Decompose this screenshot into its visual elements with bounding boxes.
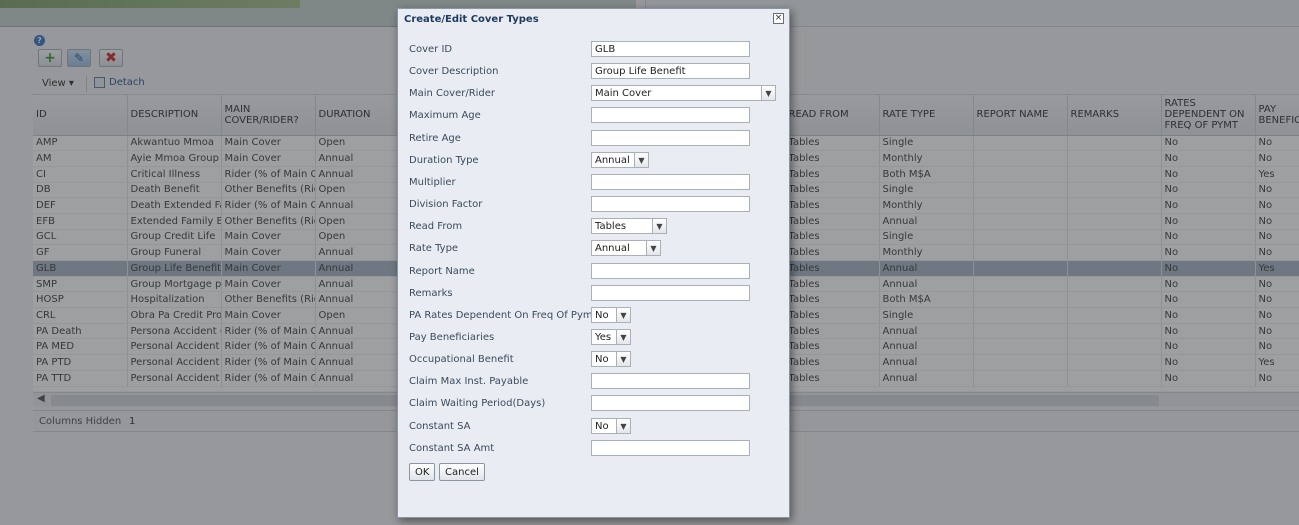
constant-sa-label: Constant SA	[409, 421, 471, 432]
constant-sa-select[interactable]: No ▼	[591, 418, 631, 434]
constant-sa-amt-input[interactable]	[591, 440, 750, 456]
rate-type-row: Rate Type Annual ▼	[409, 240, 781, 258]
cover-description-label: Cover Description	[409, 66, 499, 77]
cover-types-dialog: Create/Edit Cover Types × Cover ID Cover…	[397, 8, 790, 518]
occupational-benefit-value: No	[595, 353, 609, 365]
claim-waiting-label: Claim Waiting Period(Days)	[409, 398, 546, 409]
main-cover-value: Main Cover	[595, 87, 652, 99]
main-cover-row: Main Cover/Rider Main Cover ▼	[409, 85, 781, 103]
occupational-benefit-label: Occupational Benefit	[409, 354, 514, 365]
claim-max-input[interactable]	[591, 373, 750, 389]
multiplier-label: Multiplier	[409, 177, 456, 188]
duration-type-select[interactable]: Annual ▼	[591, 152, 649, 168]
constant-sa-row: Constant SA No ▼	[409, 418, 781, 436]
chevron-down-icon[interactable]: ▼	[616, 308, 630, 322]
duration-type-row: Duration Type Annual ▼	[409, 152, 781, 170]
main-cover-select[interactable]: Main Cover ▼	[591, 85, 776, 101]
cover-description-input[interactable]	[591, 63, 750, 79]
dialog-title: Create/Edit Cover Types	[404, 14, 539, 25]
pa-rates-select[interactable]: No ▼	[591, 307, 631, 323]
claim-waiting-row: Claim Waiting Period(Days)	[409, 395, 781, 413]
cover-id-label: Cover ID	[409, 44, 453, 55]
retire-age-input[interactable]	[591, 130, 750, 146]
pay-beneficiaries-row: Pay Beneficiaries Yes ▼	[409, 329, 781, 347]
cover-description-row: Cover Description	[409, 63, 781, 81]
claim-waiting-input[interactable]	[591, 395, 750, 411]
chevron-down-icon[interactable]: ▼	[616, 330, 630, 344]
pa-rates-label: PA Rates Dependent On Freq Of Pymt	[409, 310, 597, 321]
duration-type-value: Annual	[595, 154, 630, 166]
read-from-value: Tables	[595, 220, 627, 232]
cover-id-row: Cover ID	[409, 41, 781, 59]
cover-id-input[interactable]	[591, 41, 750, 57]
multiplier-row: Multiplier	[409, 174, 781, 192]
constant-sa-amt-label: Constant SA Amt	[409, 443, 495, 454]
maximum-age-label: Maximum Age	[409, 110, 481, 121]
main-cover-label: Main Cover/Rider	[409, 88, 496, 99]
chevron-down-icon[interactable]: ▼	[616, 419, 630, 433]
read-from-select[interactable]: Tables ▼	[591, 218, 667, 234]
pa-rates-value: No	[595, 309, 609, 321]
chevron-down-icon[interactable]: ▼	[616, 352, 630, 366]
ok-button[interactable]: OK	[409, 463, 436, 481]
occupational-benefit-row: Occupational Benefit No ▼	[409, 351, 781, 369]
pay-beneficiaries-value: Yes	[595, 331, 612, 343]
remarks-row: Remarks	[409, 285, 781, 303]
division-factor-row: Division Factor	[409, 196, 781, 214]
maximum-age-input[interactable]	[591, 107, 750, 123]
duration-type-label: Duration Type	[409, 155, 479, 166]
division-factor-input[interactable]	[591, 196, 750, 212]
pay-beneficiaries-select[interactable]: Yes ▼	[591, 329, 631, 345]
claim-max-label: Claim Max Inst. Payable	[409, 376, 529, 387]
pay-beneficiaries-label: Pay Beneficiaries	[409, 332, 495, 343]
remarks-label: Remarks	[409, 288, 453, 299]
multiplier-input[interactable]	[591, 174, 750, 190]
pa-rates-row: PA Rates Dependent On Freq Of Pymt No ▼	[409, 307, 781, 325]
rate-type-value: Annual	[595, 242, 630, 254]
remarks-input[interactable]	[591, 285, 750, 301]
maximum-age-row: Maximum Age	[409, 107, 781, 125]
close-icon[interactable]: ×	[773, 13, 784, 24]
constant-sa-amt-row: Constant SA Amt	[409, 440, 781, 458]
chevron-down-icon[interactable]: ▼	[761, 86, 775, 100]
rate-type-select[interactable]: Annual ▼	[591, 240, 661, 256]
report-name-row: Report Name	[409, 263, 781, 281]
read-from-row: Read From Tables ▼	[409, 218, 781, 236]
report-name-label: Report Name	[409, 266, 475, 277]
chevron-down-icon[interactable]: ▼	[634, 153, 648, 167]
chevron-down-icon[interactable]: ▼	[652, 219, 666, 233]
constant-sa-value: No	[595, 420, 609, 432]
read-from-label: Read From	[409, 221, 463, 232]
retire-age-label: Retire Age	[409, 133, 461, 144]
cancel-button[interactable]: Cancel	[439, 463, 485, 481]
occupational-benefit-select[interactable]: No ▼	[591, 351, 631, 367]
report-name-input[interactable]	[591, 263, 750, 279]
rate-type-label: Rate Type	[409, 243, 459, 254]
retire-age-row: Retire Age	[409, 130, 781, 148]
division-factor-label: Division Factor	[409, 199, 483, 210]
claim-max-row: Claim Max Inst. Payable	[409, 373, 781, 391]
chevron-down-icon[interactable]: ▼	[646, 241, 660, 255]
